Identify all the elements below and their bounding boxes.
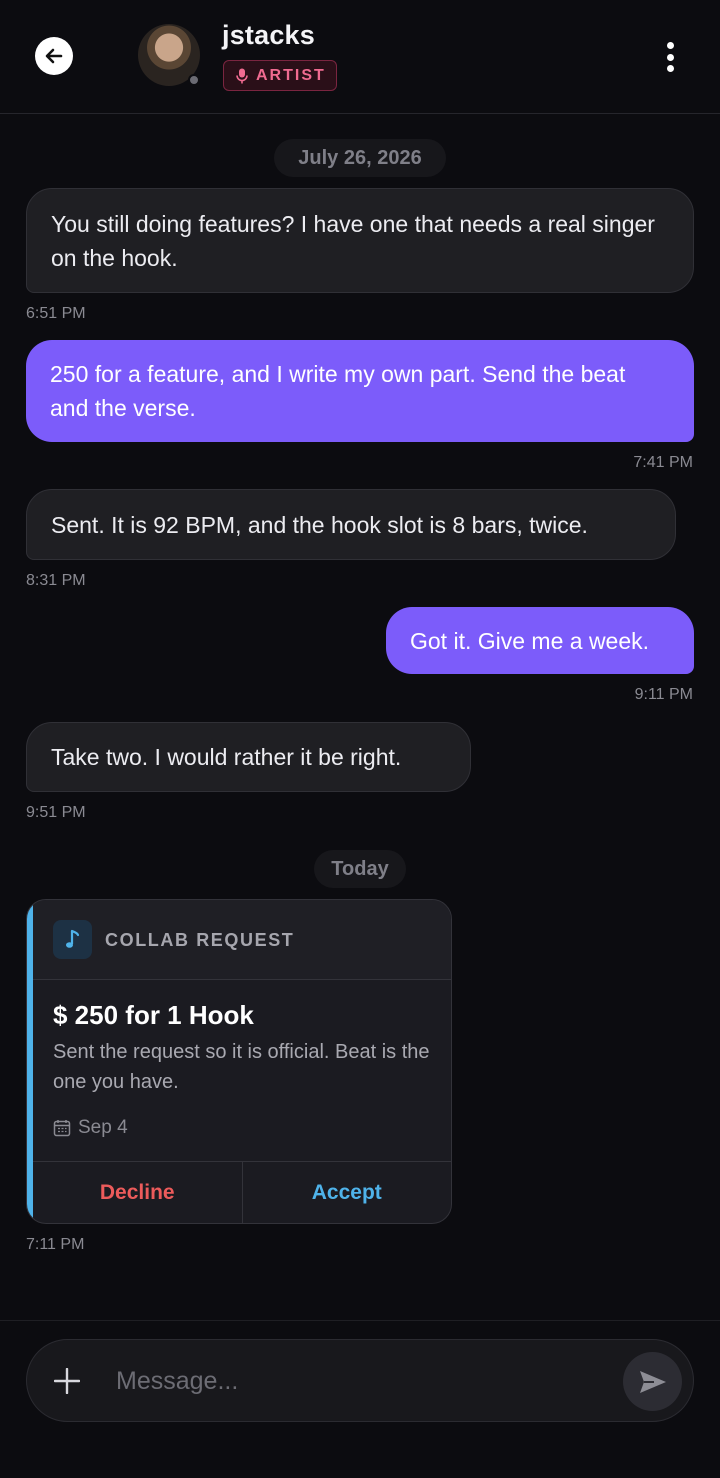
collab-request-card[interactable]: COLLAB REQUEST $ 250 for 1 Hook Sent the… (26, 899, 452, 1224)
plus-icon[interactable] (54, 1368, 80, 1394)
card-description: Sent the request so it is official. Beat… (53, 1041, 430, 1093)
message-bubble-incoming[interactable]: Sent. It is 92 BPM, and the hook slot is… (26, 489, 676, 560)
send-button[interactable] (623, 1352, 682, 1411)
message-timestamp: 6:51 PM (26, 305, 86, 322)
more-options-button[interactable] (656, 38, 684, 76)
music-note-icon (53, 920, 92, 959)
contact-name[interactable]: jstacks (222, 20, 315, 51)
more-vertical-icon (666, 42, 674, 49)
message-input[interactable] (116, 1361, 596, 1401)
more-dot (666, 65, 674, 72)
accept-button[interactable]: Accept (243, 1162, 452, 1223)
date-separator: Today (314, 850, 406, 888)
send-icon (639, 1370, 666, 1393)
chat-header: jstacks ARTIST (0, 0, 720, 114)
message-bubble-outgoing[interactable]: 250 for a feature, and I write my own pa… (26, 340, 694, 442)
message-timestamp: 7:41 PM (633, 454, 693, 471)
microphone-icon (236, 68, 248, 83)
message-bubble-incoming[interactable]: You still doing features? I have one tha… (26, 188, 694, 293)
card-due-date: Sep 4 (53, 1117, 128, 1139)
calendar-icon (53, 1120, 71, 1137)
message-bubble-incoming[interactable]: Take two. I would rather it be right. (26, 722, 471, 792)
artist-badge: ARTIST (223, 60, 337, 91)
card-date-text: Sep 4 (78, 1117, 128, 1138)
card-title: $ 250 for 1 Hook (53, 1000, 254, 1030)
more-dot (666, 53, 674, 61)
card-header: COLLAB REQUEST (33, 900, 451, 980)
decline-button[interactable]: Decline (33, 1162, 243, 1223)
presence-indicator (188, 74, 200, 86)
artist-badge-label: ARTIST (256, 66, 326, 84)
message-bubble-outgoing[interactable]: Got it. Give me a week. (386, 607, 694, 674)
card-actions: Decline Accept (33, 1161, 451, 1223)
message-timestamp: 9:11 PM (634, 686, 693, 703)
message-timestamp: 9:51 PM (26, 804, 86, 821)
back-button[interactable] (35, 37, 73, 75)
message-timestamp: 8:31 PM (26, 572, 86, 589)
back-arrow-icon (45, 48, 63, 64)
message-timestamp: 7:11 PM (26, 1236, 85, 1253)
date-separator: July 26, 2026 (274, 139, 446, 177)
card-label: COLLAB REQUEST (105, 930, 295, 950)
